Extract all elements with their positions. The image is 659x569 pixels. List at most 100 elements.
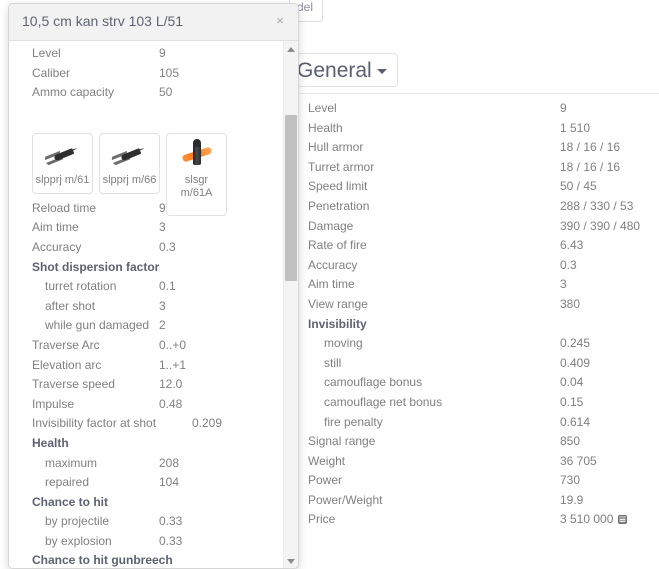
- modal-scrollbar[interactable]: [283, 41, 298, 569]
- ap-shell-icon: [102, 140, 157, 170]
- shell-name: slsgr m/61A: [169, 174, 224, 200]
- stat-value: 380: [560, 295, 580, 315]
- stat-label: Elevation arc: [32, 356, 101, 376]
- shell-name: slpprj m/66: [102, 174, 157, 187]
- shell-option[interactable]: slsgr m/61A: [166, 133, 227, 216]
- stat-label: Invisibility: [308, 315, 367, 335]
- shell-option[interactable]: slpprj m/66: [99, 133, 160, 194]
- stat-value: 0.04: [560, 373, 583, 393]
- stat-label: Health: [308, 119, 343, 139]
- stat-value: 50 / 45: [560, 177, 597, 197]
- stat-value: 36 705: [560, 452, 597, 472]
- stat-value: 0.15: [560, 393, 583, 413]
- stat-label: Chance to hit: [32, 493, 108, 513]
- stat-row: still0.409: [300, 354, 659, 374]
- stat-label: turret rotation: [45, 277, 116, 297]
- stat-value: 0.409: [560, 354, 590, 374]
- stat-value: 1 510: [560, 119, 590, 139]
- stat-value: 0.3: [560, 256, 577, 276]
- stat-value: 0.3: [159, 238, 176, 258]
- scroll-up-arrow-icon[interactable]: [284, 41, 298, 57]
- stat-label: Shot dispersion factor: [32, 258, 159, 278]
- stat-label: Chance to hit gunbreech: [32, 551, 173, 569]
- stat-row: camouflage bonus 0.04: [300, 373, 659, 393]
- gun-stats-list: Level9Caliber105Ammo capacity50Reload ti…: [9, 44, 279, 569]
- general-stats-list: Level9Health1 510Hull armor18 / 16 / 16T…: [300, 99, 659, 530]
- stat-row: Price3 510 000: [300, 510, 659, 530]
- scrollbar-thumb[interactable]: [285, 115, 297, 281]
- stat-label: Hull armor: [308, 138, 363, 158]
- stat-value: 19.9: [560, 491, 583, 511]
- shell-option[interactable]: slpprj m/61: [32, 133, 93, 194]
- stat-label: Penetration: [308, 197, 369, 217]
- stat-value: 104: [159, 473, 179, 493]
- stat-label: Ammo capacity: [32, 83, 114, 103]
- stat-row: Shot dispersion factor: [9, 258, 279, 278]
- stat-value: 0.33: [159, 512, 182, 532]
- stat-row: while gun damaged2: [9, 316, 279, 336]
- stat-row: repaired 104: [9, 473, 279, 493]
- stat-row: View range 380: [300, 295, 659, 315]
- stat-label: Aim time: [32, 218, 79, 238]
- stat-row: Impulse0.48: [9, 395, 279, 415]
- section-dropdown-general[interactable]: General: [286, 53, 398, 87]
- stat-label: Caliber: [32, 64, 70, 84]
- stat-label: Weight: [308, 452, 345, 472]
- stat-row: Power/Weight 19.9: [300, 491, 659, 511]
- scroll-down-arrow-icon[interactable]: [284, 553, 298, 569]
- stat-value: 3: [159, 297, 166, 317]
- stat-label: Accuracy: [32, 238, 81, 258]
- stat-label: Damage: [308, 217, 353, 237]
- stat-label: after shot: [45, 297, 95, 317]
- stat-label: View range: [308, 295, 368, 315]
- stat-label: while gun damaged: [45, 316, 149, 336]
- stat-value: 105: [159, 64, 179, 84]
- stat-row: turret rotation0.1: [9, 277, 279, 297]
- stat-row: Signal range 850: [300, 432, 659, 452]
- stat-label: repaired: [45, 473, 89, 493]
- stat-label: Level: [32, 44, 61, 64]
- close-icon[interactable]: ×: [273, 14, 287, 28]
- stat-value: 1..+1: [159, 356, 186, 376]
- stat-row: Speed limit50 / 45: [300, 177, 659, 197]
- ap-shell-icon: [35, 140, 90, 170]
- stat-row: Elevation arc 1..+1: [9, 356, 279, 376]
- stat-value: 288 / 330 / 53: [560, 197, 633, 217]
- stat-label: Power/Weight: [308, 491, 382, 511]
- stat-label: camouflage bonus: [324, 373, 422, 393]
- stat-value: 50: [159, 83, 172, 103]
- stat-row: Ammo capacity 50: [9, 83, 279, 103]
- stat-row: Aim time3: [300, 275, 659, 295]
- credits-coin-icon: [618, 515, 627, 524]
- stat-value: 390 / 390 / 480: [560, 217, 640, 237]
- stat-value: 18 / 16 / 16: [560, 138, 620, 158]
- stat-value: 0.614: [560, 413, 590, 433]
- section-dropdown-label: General: [297, 59, 372, 82]
- stat-row: Caliber 105: [9, 64, 279, 84]
- stat-label: Accuracy: [308, 256, 357, 276]
- stat-row: Accuracy 0.3: [300, 256, 659, 276]
- stat-row: fire penalty0.614: [300, 413, 659, 433]
- stat-row: Traverse Arc0..+0: [9, 336, 279, 356]
- stat-row: Health: [9, 434, 279, 454]
- stat-value: 0..+0: [159, 336, 186, 356]
- stat-label: Traverse speed: [32, 375, 115, 395]
- stat-row: Hull armor 18 / 16 / 16: [300, 138, 659, 158]
- stat-label: moving: [324, 334, 363, 354]
- stat-row: Invisibility factor at shot0.209: [9, 414, 279, 434]
- stat-value: 0.33: [159, 532, 182, 552]
- stat-value: 12.0: [159, 375, 182, 395]
- stat-label: by explosion: [45, 532, 112, 552]
- stat-value: 850: [560, 432, 580, 452]
- stat-label: camouflage net bonus: [324, 393, 442, 413]
- stat-row: Accuracy 0.3: [9, 238, 279, 258]
- stat-label: Level: [308, 99, 337, 119]
- gun-details-modal: 10,5 cm kan strv 103 L/51 × Level9Calibe…: [8, 3, 299, 569]
- stat-row: Rate of fire6.43: [300, 236, 659, 256]
- section-divider: [300, 93, 659, 94]
- stat-row: by projectile0.33: [9, 512, 279, 532]
- stat-label: Signal range: [308, 432, 375, 452]
- stat-label: Power: [308, 471, 342, 491]
- stat-row: after shot 3: [9, 297, 279, 317]
- modal-body: Level9Caliber105Ammo capacity50Reload ti…: [9, 41, 298, 569]
